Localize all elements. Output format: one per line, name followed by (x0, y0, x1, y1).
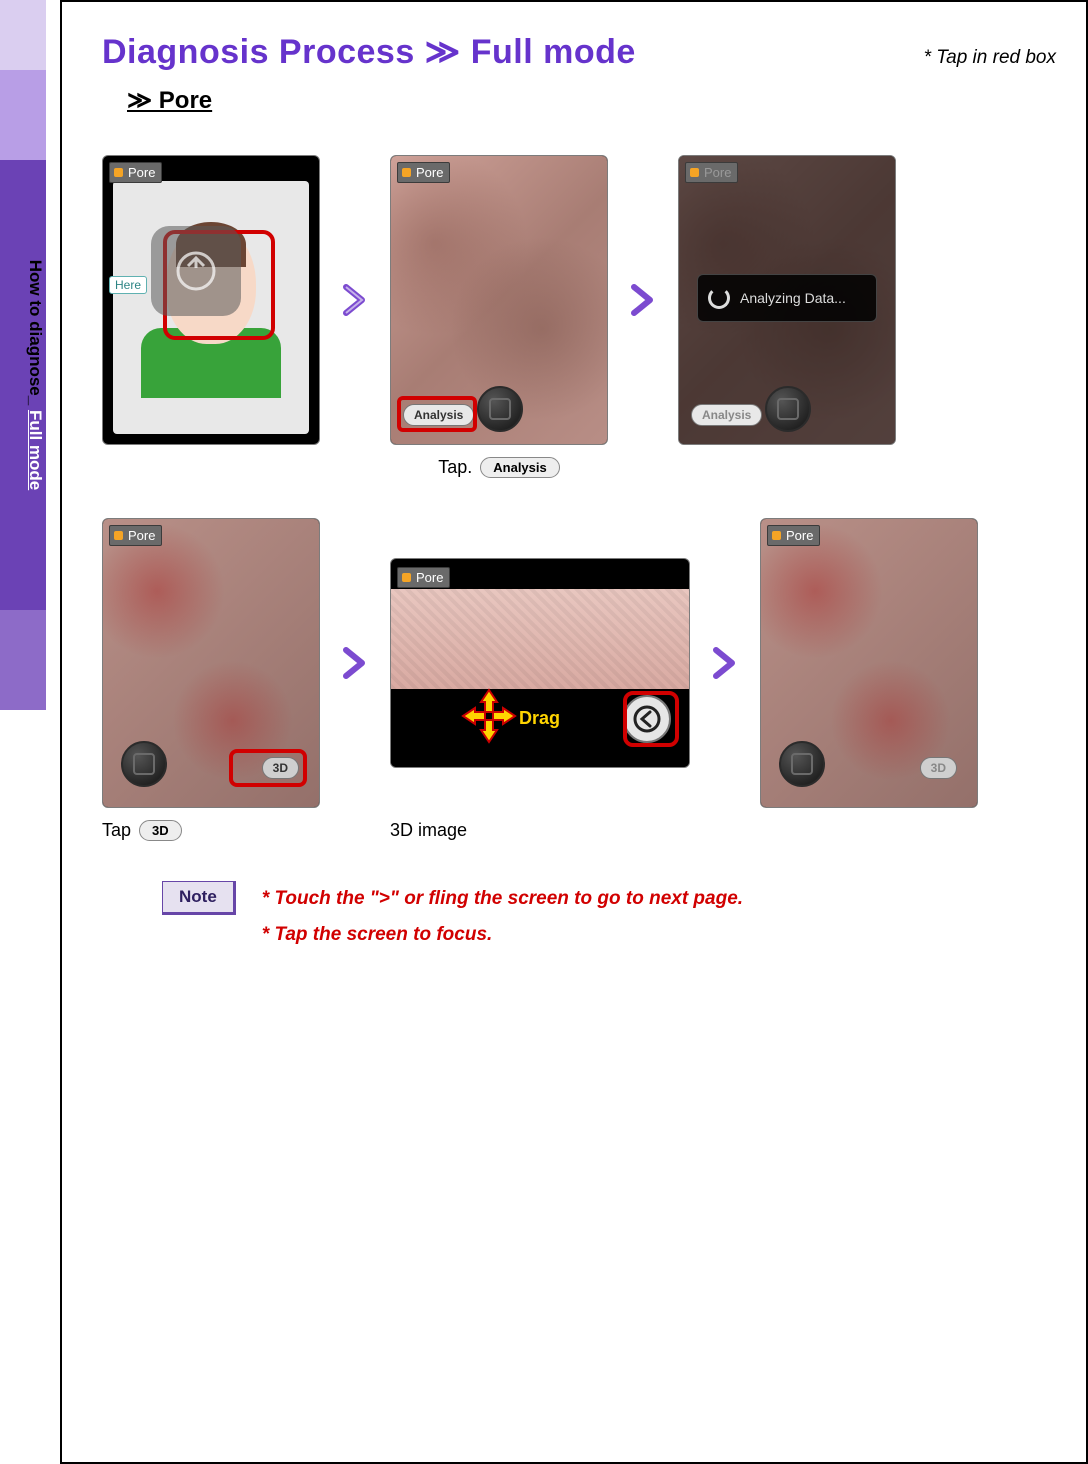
capture-button[interactable] (477, 386, 523, 432)
side-label-prefix: How to diagnose_ (26, 260, 45, 410)
side-strip: How to diagnose_ Full mode (0, 0, 60, 1464)
side-label-suffix: Full mode (26, 410, 45, 490)
caption-3d-image: 3D image (390, 820, 690, 841)
caption-tap-analysis: Tap. Analysis (390, 457, 608, 478)
step-5-3d-screen[interactable]: Pore Drag (390, 558, 690, 768)
chevron-right-icon (338, 646, 372, 680)
side-accent-2 (0, 70, 46, 160)
step-6-screen[interactable]: Pore 3D (760, 518, 978, 808)
step-4-screen[interactable]: Pore 3D (102, 518, 320, 808)
caption-row-1: Tap. Analysis (102, 457, 1056, 478)
drag-label: Drag (519, 708, 560, 729)
header-row: Diagnosis Process ≫ Full mode * Tap in r… (102, 32, 1056, 72)
note-line-1: * Touch the ">" or fling the screen to g… (262, 881, 743, 917)
step-3-screen[interactable]: Pore Analyzing Data... Analysis (678, 155, 896, 445)
3d-button[interactable]: 3D (920, 757, 957, 779)
chevron-right-icon (338, 283, 372, 317)
step-1-screen[interactable]: Pore Here (102, 155, 320, 445)
pore-tag: Pore (109, 162, 162, 183)
side-accent-1 (0, 0, 46, 70)
red-highlight-box (397, 396, 477, 432)
tap-gesture-icon (173, 248, 219, 294)
section-subheader: ≫ Pore (127, 86, 1056, 115)
note-badge: Note (162, 881, 236, 915)
caption-prefix: Tap. (438, 457, 472, 478)
steps-row-1: Pore Here Pore Analysis Pore Analyzing D… (102, 155, 1056, 445)
note-section: Note * Touch the ">" or fling the screen… (162, 881, 1056, 953)
spinner-icon (708, 287, 730, 309)
analysis-button-disabled: Analysis (691, 404, 762, 426)
pore-tag: Pore (397, 162, 450, 183)
chevron-right-icon (708, 646, 742, 680)
steps-row-2: Pore 3D Pore Drag Pore 3D (102, 518, 1056, 808)
capture-button[interactable] (121, 741, 167, 787)
capture-button[interactable] (779, 741, 825, 787)
cheek-target-overlay[interactable] (151, 226, 241, 316)
side-accent-3 (0, 610, 46, 710)
pore-tag: Pore (397, 567, 450, 588)
analyzing-dialog: Analyzing Data... (697, 274, 877, 322)
red-highlight-box (229, 749, 307, 787)
caption-tap-3d: Tap 3D (102, 820, 320, 841)
capture-button (765, 386, 811, 432)
note-lines: * Touch the ">" or fling the screen to g… (262, 881, 743, 953)
caption-pill-3d: 3D (139, 820, 182, 841)
drag-arrows-icon[interactable] (461, 688, 517, 749)
caption-row-2: Tap 3D 3D image (102, 820, 1056, 841)
pore-tag: Pore (109, 525, 162, 546)
side-label: How to diagnose_ Full mode (25, 200, 45, 550)
pore-tag: Pore (685, 162, 738, 183)
caption-prefix: Tap (102, 820, 131, 841)
step-2-screen[interactable]: Pore Analysis (390, 155, 608, 445)
caption-pill-analysis: Analysis (480, 457, 559, 478)
3d-surface (391, 589, 689, 689)
analyzing-text: Analyzing Data... (740, 290, 846, 306)
chevron-right-icon (626, 283, 660, 317)
page-frame: Diagnosis Process ≫ Full mode * Tap in r… (60, 0, 1088, 1464)
note-line-2: * Tap the screen to focus. (262, 917, 743, 953)
here-tag: Here (109, 276, 147, 294)
hint-text: * Tap in red box (924, 47, 1056, 69)
red-highlight-box (623, 691, 679, 747)
pore-tag: Pore (767, 525, 820, 546)
page-title: Diagnosis Process ≫ Full mode (102, 32, 636, 72)
